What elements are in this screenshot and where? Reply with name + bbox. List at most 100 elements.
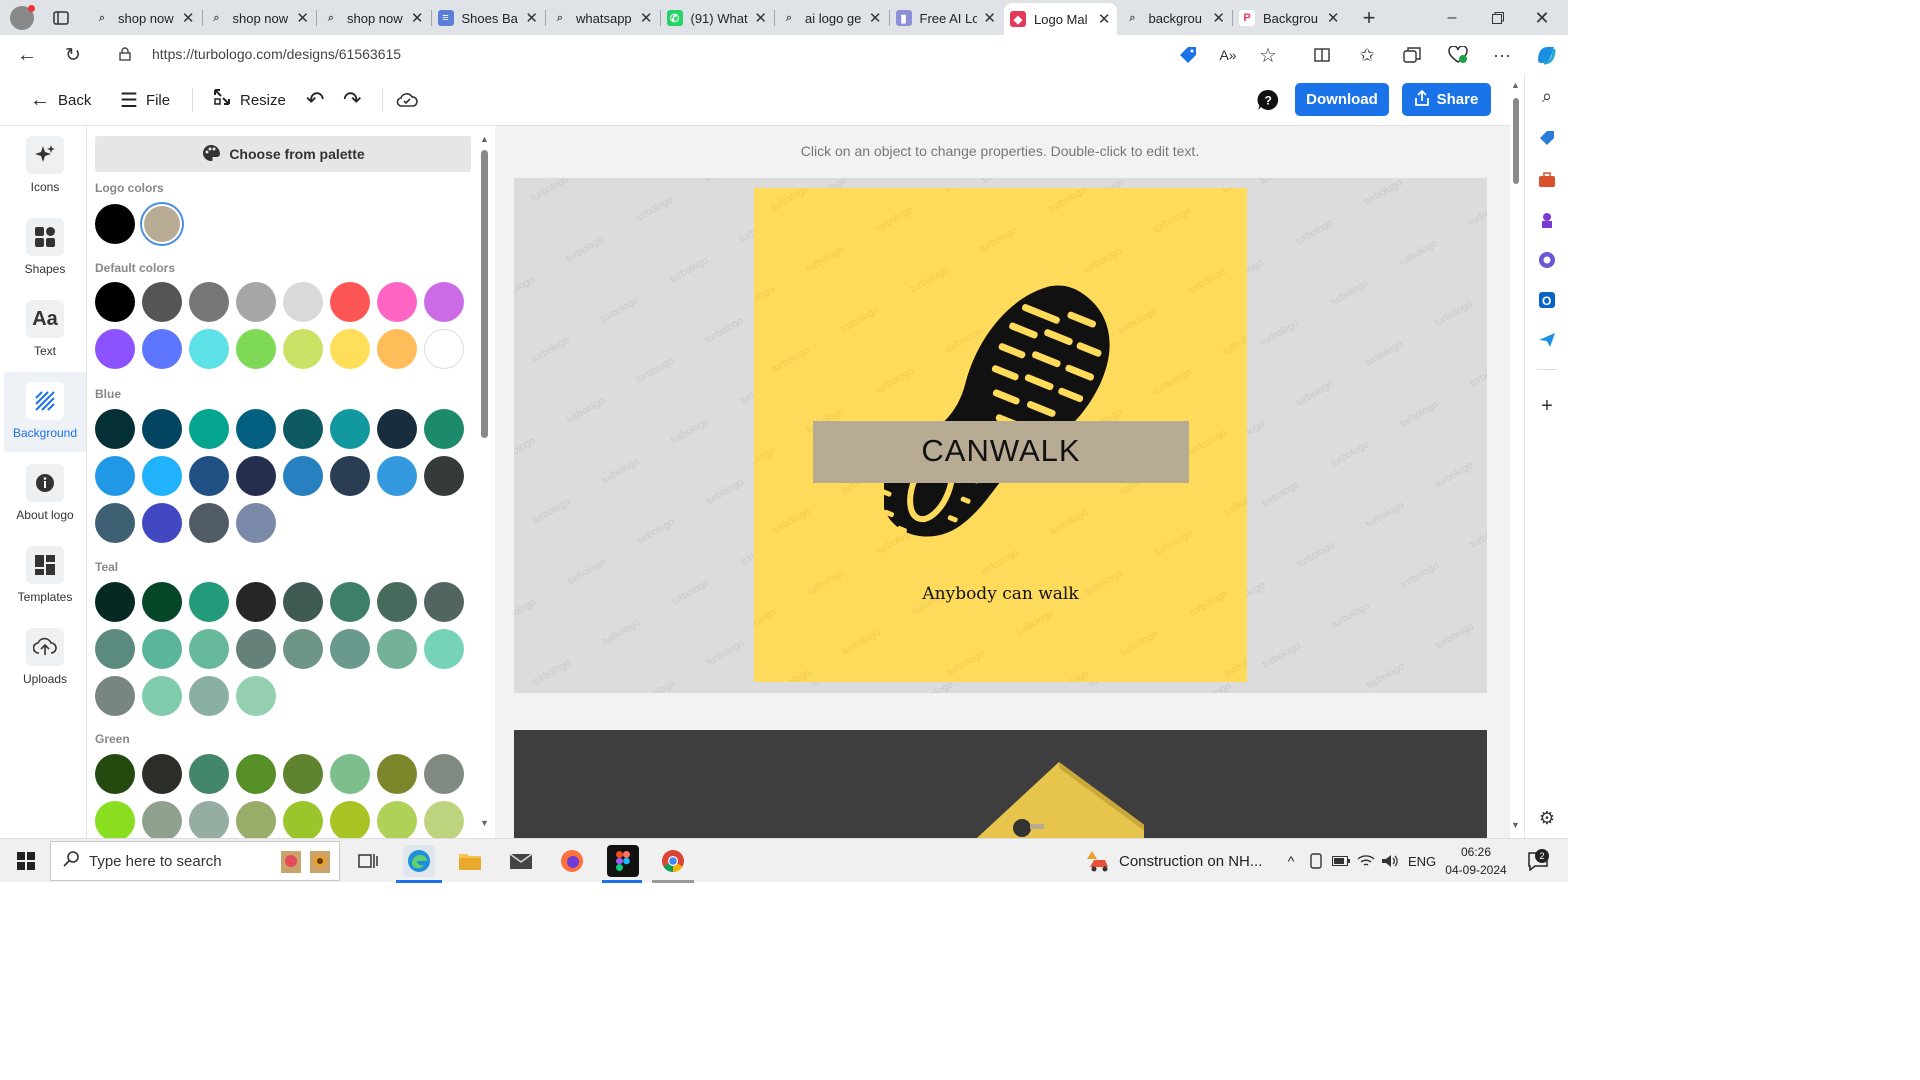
blue-color-swatch[interactable] xyxy=(236,409,276,449)
shopping-tag-icon[interactable] xyxy=(1176,43,1200,67)
green-color-swatch[interactable] xyxy=(330,754,370,794)
split-screen-icon[interactable] xyxy=(1310,43,1334,67)
file-menu-button[interactable]: ☰ File xyxy=(120,87,170,113)
default-color-swatch[interactable] xyxy=(424,329,464,369)
file-explorer-icon[interactable] xyxy=(454,845,486,877)
favorite-star-icon[interactable]: ☆ xyxy=(1256,43,1280,67)
nav-about-logo[interactable]: About logo xyxy=(4,454,86,534)
blue-color-swatch[interactable] xyxy=(189,409,229,449)
teal-color-swatch[interactable] xyxy=(283,582,323,622)
green-color-swatch[interactable] xyxy=(424,754,464,794)
download-button[interactable]: Download xyxy=(1295,83,1389,116)
green-color-swatch[interactable] xyxy=(377,754,417,794)
default-color-swatch[interactable] xyxy=(330,329,370,369)
logo-canvas[interactable]: turbologo xyxy=(754,188,1247,682)
default-color-swatch[interactable] xyxy=(95,329,135,369)
default-color-swatch[interactable] xyxy=(189,329,229,369)
blue-color-swatch[interactable] xyxy=(377,456,417,496)
nav-text[interactable]: Aa Text xyxy=(4,290,86,370)
sidebar-copilot-icon[interactable] xyxy=(1535,248,1559,272)
browser-essentials-icon[interactable] xyxy=(1446,43,1470,67)
teal-color-swatch[interactable] xyxy=(236,629,276,669)
default-color-swatch[interactable] xyxy=(377,329,417,369)
share-button[interactable]: Share xyxy=(1402,83,1491,116)
shoe-print-icon[interactable] xyxy=(884,263,1119,573)
sidebar-games-icon[interactable] xyxy=(1535,208,1559,232)
brand-banner[interactable]: CANWALK xyxy=(813,421,1189,483)
cloud-save-icon[interactable] xyxy=(396,87,418,113)
default-color-swatch[interactable] xyxy=(377,282,417,322)
green-color-swatch[interactable] xyxy=(236,801,276,838)
browser-tab[interactable]: ✆ (91) What ✕ xyxy=(661,4,774,32)
browser-tab[interactable]: ⌕ whatsapp ✕ xyxy=(546,4,659,32)
close-tab-icon[interactable]: ✕ xyxy=(411,9,424,27)
collections-icon[interactable] xyxy=(1400,43,1424,67)
browser-tab[interactable]: ⌕ shop now ✕ xyxy=(203,4,316,32)
traffic-notification-text[interactable]: Construction on NH... xyxy=(1119,853,1262,870)
green-color-swatch[interactable] xyxy=(95,754,135,794)
blue-color-swatch[interactable] xyxy=(236,503,276,543)
browser-tab[interactable]: ≡ Shoes Ba ✕ xyxy=(432,4,545,32)
default-color-swatch[interactable] xyxy=(189,282,229,322)
teal-color-swatch[interactable] xyxy=(377,629,417,669)
close-tab-icon[interactable]: ✕ xyxy=(182,9,195,27)
chrome-icon[interactable] xyxy=(657,845,689,877)
logo-color-swatch[interactable] xyxy=(95,204,135,244)
read-aloud-icon[interactable]: A» xyxy=(1216,43,1240,67)
teal-color-swatch[interactable] xyxy=(424,582,464,622)
figma-icon[interactable] xyxy=(607,845,639,877)
language-indicator[interactable]: ENG xyxy=(1408,854,1436,869)
close-window-button[interactable]: ✕ xyxy=(1530,6,1554,30)
teal-color-swatch[interactable] xyxy=(283,629,323,669)
nav-icons[interactable]: Icons xyxy=(4,126,86,206)
teal-color-swatch[interactable] xyxy=(95,582,135,622)
default-color-swatch[interactable] xyxy=(283,329,323,369)
close-tab-icon[interactable]: ✕ xyxy=(754,9,767,27)
teal-color-swatch[interactable] xyxy=(189,582,229,622)
green-color-swatch[interactable] xyxy=(142,754,182,794)
blue-color-swatch[interactable] xyxy=(330,409,370,449)
sidebar-shopping-icon[interactable] xyxy=(1535,126,1559,150)
close-tab-icon[interactable]: ✕ xyxy=(869,9,882,27)
blue-color-swatch[interactable] xyxy=(95,503,135,543)
taskbar-search-box[interactable]: Type here to search xyxy=(50,841,340,881)
browser-tab[interactable]: P Backgrou ✕ xyxy=(1233,4,1346,32)
page-scrollbar-thumb[interactable] xyxy=(1513,98,1519,184)
volume-icon[interactable] xyxy=(1374,845,1406,877)
windows-start-icon[interactable] xyxy=(10,845,42,877)
firefox-icon[interactable] xyxy=(556,845,588,877)
sidebar-tools-icon[interactable] xyxy=(1535,168,1559,192)
traffic-alert-icon[interactable] xyxy=(1084,845,1116,877)
task-view-icon[interactable] xyxy=(352,845,384,877)
back-nav-icon[interactable]: ← xyxy=(14,43,40,67)
tab-actions-icon[interactable] xyxy=(50,7,72,29)
close-tab-icon[interactable]: ✕ xyxy=(1327,9,1340,27)
favorites-icon[interactable]: ✩ xyxy=(1355,43,1379,67)
nav-shapes[interactable]: Shapes xyxy=(4,208,86,288)
back-button[interactable]: ← Back xyxy=(30,87,91,113)
green-color-swatch[interactable] xyxy=(236,754,276,794)
sidebar-send-icon[interactable] xyxy=(1535,328,1559,352)
default-color-swatch[interactable] xyxy=(330,282,370,322)
green-color-swatch[interactable] xyxy=(189,754,229,794)
browser-tab[interactable]: ⌕ ai logo ge ✕ xyxy=(775,4,888,32)
sidebar-search-icon[interactable]: ⌕ xyxy=(1535,84,1559,108)
redo-button[interactable]: ↷ xyxy=(343,87,361,113)
browser-tab[interactable]: ⌕ shop now ✕ xyxy=(317,4,430,32)
teal-color-swatch[interactable] xyxy=(377,582,417,622)
teal-color-swatch[interactable] xyxy=(95,629,135,669)
default-color-swatch[interactable] xyxy=(236,329,276,369)
clock[interactable]: 06:26 04-09-2024 xyxy=(1436,845,1516,877)
blue-color-swatch[interactable] xyxy=(330,456,370,496)
brand-name-text[interactable]: CANWALK xyxy=(813,433,1189,469)
blue-color-swatch[interactable] xyxy=(95,456,135,496)
teal-color-swatch[interactable] xyxy=(95,676,135,716)
blue-color-swatch[interactable] xyxy=(424,456,464,496)
green-color-swatch[interactable] xyxy=(95,801,135,838)
default-color-swatch[interactable] xyxy=(142,329,182,369)
teal-color-swatch[interactable] xyxy=(330,629,370,669)
mail-icon[interactable] xyxy=(505,845,537,877)
close-tab-icon[interactable]: ✕ xyxy=(640,9,653,27)
teal-color-swatch[interactable] xyxy=(142,676,182,716)
default-color-swatch[interactable] xyxy=(283,282,323,322)
